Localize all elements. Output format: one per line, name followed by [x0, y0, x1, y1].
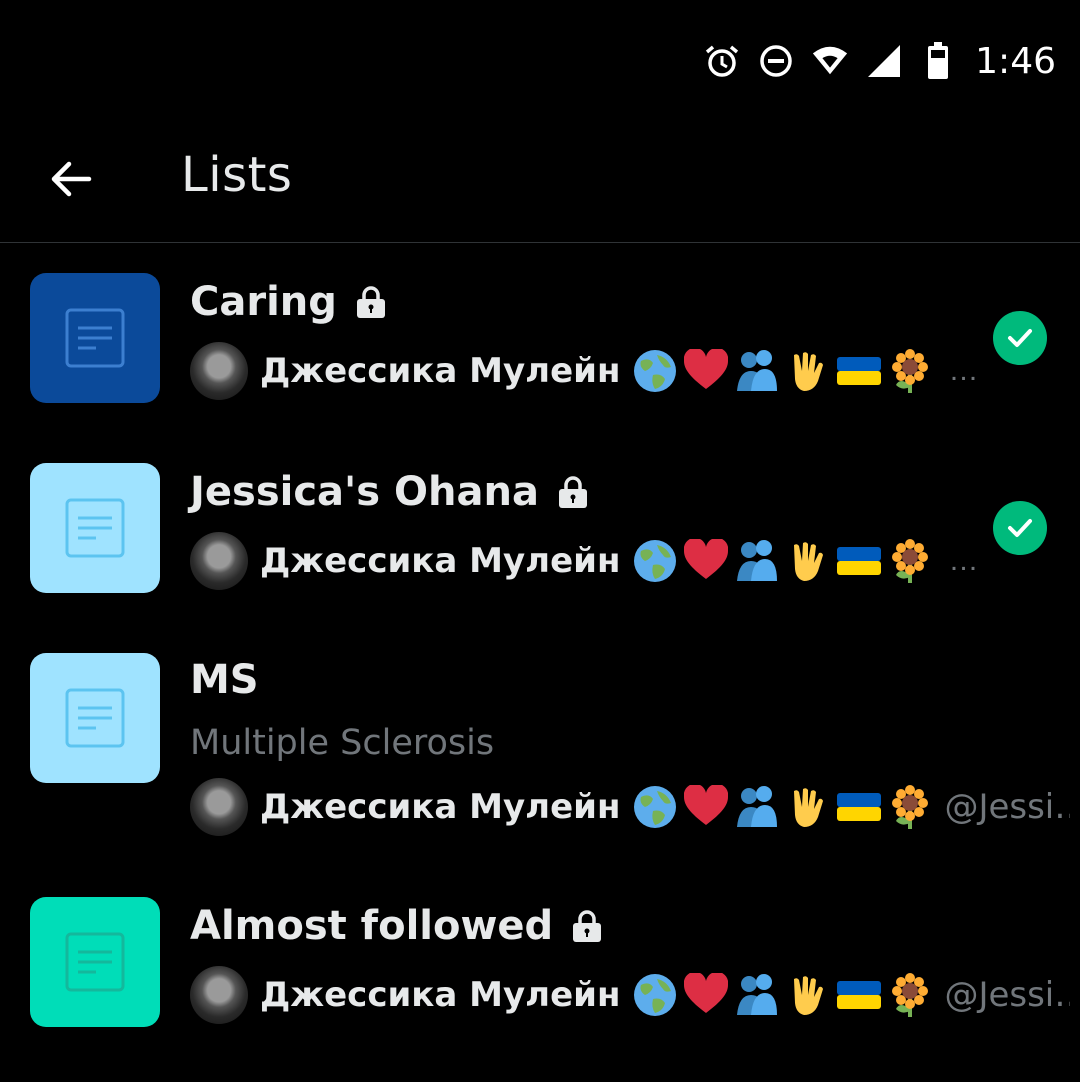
- list-name-text: MS: [190, 657, 259, 703]
- avatar: [190, 532, 248, 590]
- vulcan-salute-icon: [785, 538, 831, 584]
- list-selected-checkmark[interactable]: [993, 501, 1047, 555]
- list-item-ms[interactable]: MS Multiple Sclerosis Джессика Мулейн @J…: [0, 623, 1080, 867]
- sunflower-icon: [887, 538, 933, 584]
- list-thumbnail: [30, 463, 160, 593]
- lock-icon: [353, 284, 389, 320]
- sunflower-icon: [887, 784, 933, 830]
- list-name-text: Jessica's Ohana: [190, 469, 539, 515]
- list-description: Multiple Sclerosis: [190, 723, 495, 763]
- globe-icon: [632, 972, 678, 1018]
- status-icons: 1:46: [703, 36, 1056, 86]
- page-title: Lists: [181, 147, 293, 203]
- list-thumbnail: [30, 273, 160, 403]
- checkmark-icon: [1008, 329, 1032, 347]
- sunflower-icon: [887, 972, 933, 1018]
- globe-icon: [632, 538, 678, 584]
- list-thumbnail: [30, 653, 160, 783]
- list-selected-checkmark[interactable]: [993, 311, 1047, 365]
- list-thumbnail: [30, 897, 160, 1027]
- list-owner-row: Джессика Мулейн @Jessi…: [190, 965, 1070, 1025]
- list-item-caring[interactable]: Caring Джессика Мулейн …: [0, 243, 1080, 433]
- sunflower-icon: [887, 348, 933, 394]
- owner-handle: @Jessi…: [944, 975, 1070, 1015]
- ukraine-flag-icon: [836, 784, 882, 830]
- list-document-icon: [65, 688, 125, 748]
- list-owner-row: Джессика Мулейн …: [190, 341, 1070, 401]
- globe-icon: [632, 348, 678, 394]
- avatar: [190, 778, 248, 836]
- status-bar: 1:46: [0, 0, 1080, 120]
- list-name: Jessica's Ohana: [190, 469, 591, 515]
- checkmark-icon: [1008, 519, 1032, 537]
- hug-icon: [734, 538, 780, 584]
- owner-name: Джессика Мулейн: [260, 975, 621, 1015]
- hug-icon: [734, 784, 780, 830]
- ukraine-flag-icon: [836, 348, 882, 394]
- globe-icon: [632, 784, 678, 830]
- back-arrow-icon: [51, 161, 92, 197]
- owner-trailing: …: [948, 544, 981, 577]
- back-button[interactable]: [36, 144, 106, 214]
- owner-trailing: …: [948, 354, 981, 387]
- owner-name: Джессика Мулейн: [260, 351, 621, 391]
- alarm-icon: [703, 42, 741, 80]
- list-item-almost-followed[interactable]: Almost followed Джессика Мулейн @Jessi…: [0, 867, 1080, 1067]
- owner-handle: @Jessi…: [944, 787, 1070, 827]
- list-document-icon: [65, 498, 125, 558]
- list-name-text: Almost followed: [190, 903, 554, 949]
- vulcan-salute-icon: [785, 972, 831, 1018]
- lock-icon: [555, 474, 591, 510]
- list-name-text: Caring: [190, 279, 337, 325]
- wifi-icon: [811, 42, 849, 80]
- owner-name: Джессика Мулейн: [260, 541, 621, 581]
- list-document-icon: [65, 308, 125, 368]
- list-owner-row: Джессика Мулейн @Jessi…: [190, 777, 1070, 837]
- lock-icon: [569, 908, 605, 944]
- avatar: [190, 966, 248, 1024]
- cell-signal-icon: [865, 42, 903, 80]
- list-owner-row: Джессика Мулейн …: [190, 531, 1070, 591]
- top-app-bar: Lists: [0, 120, 1080, 243]
- vulcan-salute-icon: [785, 348, 831, 394]
- owner-name: Джессика Мулейн: [260, 787, 621, 827]
- hug-icon: [734, 348, 780, 394]
- list-name: Almost followed: [190, 903, 605, 949]
- do-not-disturb-icon: [757, 42, 795, 80]
- heart-icon: [683, 972, 729, 1018]
- clock-time: 1:46: [975, 40, 1056, 82]
- heart-icon: [683, 784, 729, 830]
- battery-icon: [919, 42, 957, 80]
- heart-icon: [683, 538, 729, 584]
- avatar: [190, 342, 248, 400]
- ukraine-flag-icon: [836, 972, 882, 1018]
- ukraine-flag-icon: [836, 538, 882, 584]
- list-document-icon: [65, 932, 125, 992]
- heart-icon: [683, 348, 729, 394]
- vulcan-salute-icon: [785, 784, 831, 830]
- list-item-jessicas-ohana[interactable]: Jessica's Ohana Джессика Мулейн …: [0, 433, 1080, 623]
- hug-icon: [734, 972, 780, 1018]
- list-name: MS: [190, 657, 259, 703]
- list-name: Caring: [190, 279, 389, 325]
